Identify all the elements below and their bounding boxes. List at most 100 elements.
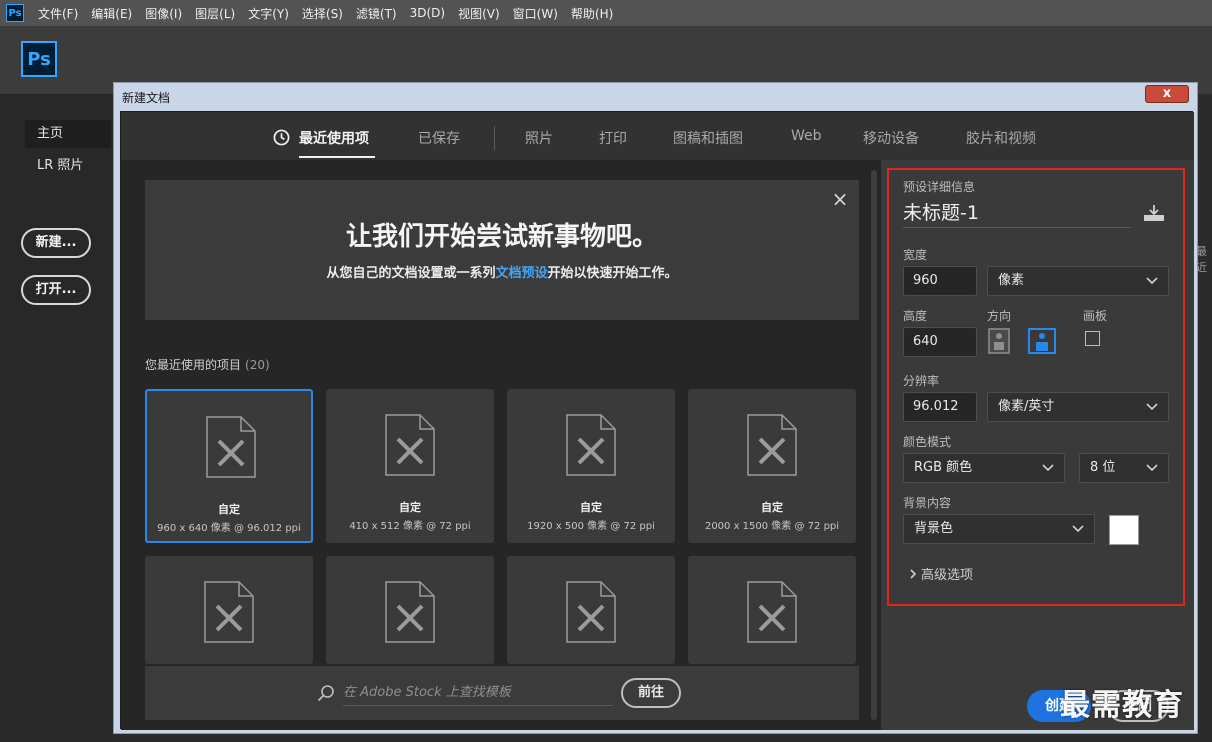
landscape-orientation-icon[interactable] xyxy=(1028,328,1056,354)
recent-card-4[interactable]: 自定 2000 x 1500 像素 @ 72 ppi xyxy=(688,389,856,543)
resolution-unit-select[interactable]: 像素/英寸 xyxy=(987,392,1169,422)
menu-help[interactable]: 帮助(H) xyxy=(571,5,613,22)
welcome-sub-after: 开始以快速开始工作。 xyxy=(547,266,678,281)
photoshop-app-icon: Ps xyxy=(6,4,24,22)
presets-scrollbar[interactable] xyxy=(871,170,877,720)
stock-search-input[interactable] xyxy=(343,680,613,706)
recent-items-count: (20) xyxy=(245,358,270,372)
recent-items-title: 您最近使用的项目 xyxy=(145,358,242,372)
document-ruler-icon xyxy=(385,581,435,643)
portrait-orientation-icon[interactable] xyxy=(988,328,1010,354)
menu-select[interactable]: 选择(S) xyxy=(302,5,343,22)
welcome-banner: × 让我们开始尝试新事物吧。 从您自己的文档设置或一系列文档预设开始以快速开始工… xyxy=(145,180,859,320)
chevron-right-icon xyxy=(910,569,917,579)
stock-go-button[interactable]: 前往 xyxy=(621,678,681,708)
presets-area: × 让我们开始尝试新事物吧。 从您自己的文档设置或一系列文档预设开始以快速开始工… xyxy=(121,160,881,730)
document-presets-link[interactable]: 文档预设 xyxy=(495,266,547,281)
recent-card-5[interactable] xyxy=(145,556,313,664)
recent-card-3[interactable]: 自定 1920 x 500 像素 @ 72 ppi xyxy=(507,389,675,543)
welcome-sub-before: 从您自己的文档设置或一系列 xyxy=(326,266,496,281)
card-name: 自定 xyxy=(761,501,783,514)
menu-window[interactable]: 窗口(W) xyxy=(513,5,558,22)
menu-filter[interactable]: 滤镜(T) xyxy=(356,5,397,22)
preset-details-panel: 预设详细信息 未标题-1 宽度 960 像素 高度 640 方向 画板 分辨率 … xyxy=(881,160,1194,730)
recent-card-8[interactable] xyxy=(688,556,856,664)
tab-print[interactable]: 打印 xyxy=(599,128,627,148)
width-label: 宽度 xyxy=(903,248,928,262)
menu-view[interactable]: 视图(V) xyxy=(458,5,500,22)
tab-film-video[interactable]: 胶片和视频 xyxy=(966,128,1036,148)
card-desc: 2000 x 1500 像素 @ 72 ppi xyxy=(704,521,840,532)
close-icon[interactable]: × xyxy=(831,189,849,209)
active-tab-indicator xyxy=(299,156,375,158)
dialog-title: 新建文档 xyxy=(122,91,171,105)
sidebar-item-home[interactable]: 主页 xyxy=(25,120,111,148)
new-button[interactable]: 新建... xyxy=(21,228,91,258)
preset-details-label: 预设详细信息 xyxy=(903,180,976,194)
background-color-swatch[interactable] xyxy=(1109,515,1139,545)
menu-type[interactable]: 文字(Y) xyxy=(248,5,289,22)
document-ruler-icon xyxy=(566,581,616,643)
height-label: 高度 xyxy=(903,309,928,323)
tab-saved[interactable]: 已保存 xyxy=(418,128,460,148)
chevron-down-icon xyxy=(1146,403,1158,411)
recent-card-2[interactable]: 自定 410 x 512 像素 @ 72 ppi xyxy=(326,389,494,543)
search-icon xyxy=(317,685,334,702)
card-desc: 960 x 640 像素 @ 96.012 ppi xyxy=(157,523,301,534)
document-ruler-icon xyxy=(204,581,254,643)
open-button[interactable]: 打开... xyxy=(21,275,91,305)
background-contents-select[interactable]: 背景色 xyxy=(903,514,1095,544)
tab-separator xyxy=(494,126,495,150)
menu-3d[interactable]: 3D(D) xyxy=(410,6,445,20)
bit-depth-select[interactable]: 8 位 xyxy=(1079,453,1169,483)
preset-details-highlight: 预设详细信息 未标题-1 宽度 960 像素 高度 640 方向 画板 分辨率 … xyxy=(887,168,1185,606)
watermark-text: 最需教育 xyxy=(1060,688,1184,723)
sidebar-item-lr-photos[interactable]: LR 照片 xyxy=(25,152,111,180)
card-name: 自定 xyxy=(580,501,602,514)
adobe-stock-search-bar: 前往 xyxy=(145,666,859,720)
resolution-unit-value: 像素/英寸 xyxy=(998,399,1055,414)
chevron-down-icon xyxy=(1146,277,1158,285)
width-unit-select[interactable]: 像素 xyxy=(987,266,1169,296)
dialog-body: 最近使用项 已保存 照片 打印 图稿和插图 Web 移动设备 胶片和视频 × 让… xyxy=(120,111,1194,730)
width-input[interactable]: 960 xyxy=(903,266,977,296)
welcome-title: 让我们开始尝试新事物吧。 xyxy=(345,222,658,252)
resolution-input[interactable]: 96.012 xyxy=(903,392,977,422)
background-contents-value: 背景色 xyxy=(914,521,954,536)
advanced-options-label: 高级选项 xyxy=(921,568,974,583)
tab-art-illustration[interactable]: 图稿和插图 xyxy=(673,128,743,148)
document-name-field[interactable]: 未标题-1 xyxy=(903,198,1131,228)
dialog-close-button[interactable]: x xyxy=(1145,85,1189,103)
save-preset-icon[interactable] xyxy=(1143,204,1165,222)
recent-card-1[interactable]: 自定 960 x 640 像素 @ 96.012 ppi xyxy=(145,389,313,543)
background-panel-text: 最近 xyxy=(1196,245,1207,274)
card-desc: 1920 x 500 像素 @ 72 ppi xyxy=(527,521,655,532)
height-input[interactable]: 640 xyxy=(903,327,977,357)
bit-depth-value: 8 位 xyxy=(1090,460,1116,475)
new-document-dialog: 新建文档 x 最近使用项 已保存 照片 打印 图稿和插图 Web 移动设备 胶片… xyxy=(113,82,1198,734)
menu-file[interactable]: 文件(F) xyxy=(38,5,78,22)
color-mode-select[interactable]: RGB 颜色 xyxy=(903,453,1065,483)
color-mode-label: 颜色模式 xyxy=(903,435,952,449)
artboard-checkbox[interactable] xyxy=(1085,331,1100,346)
background-contents-label: 背景内容 xyxy=(903,496,952,510)
menu-bar: Ps 文件(F) 编辑(E) 图像(I) 图层(L) 文字(Y) 选择(S) 滤… xyxy=(0,0,1212,26)
document-ruler-icon xyxy=(206,416,256,478)
menu-layer[interactable]: 图层(L) xyxy=(195,5,235,22)
tab-web[interactable]: Web xyxy=(791,128,822,144)
menu-image[interactable]: 图像(I) xyxy=(145,5,182,22)
document-ruler-icon xyxy=(747,581,797,643)
advanced-options-toggle[interactable]: 高级选项 xyxy=(909,564,973,583)
menu-edit[interactable]: 编辑(E) xyxy=(91,5,132,22)
document-ruler-icon xyxy=(385,414,435,476)
document-ruler-icon xyxy=(747,414,797,476)
chevron-down-icon xyxy=(1072,525,1084,533)
recent-items-label: 您最近使用的项目 (20) xyxy=(145,356,270,373)
tab-recent[interactable]: 最近使用项 xyxy=(299,128,369,148)
tab-mobile[interactable]: 移动设备 xyxy=(863,128,919,148)
tab-photo[interactable]: 照片 xyxy=(525,128,553,148)
card-name: 自定 xyxy=(399,501,421,514)
recent-card-6[interactable] xyxy=(326,556,494,664)
width-unit-value: 像素 xyxy=(998,273,1025,288)
recent-card-7[interactable] xyxy=(507,556,675,664)
